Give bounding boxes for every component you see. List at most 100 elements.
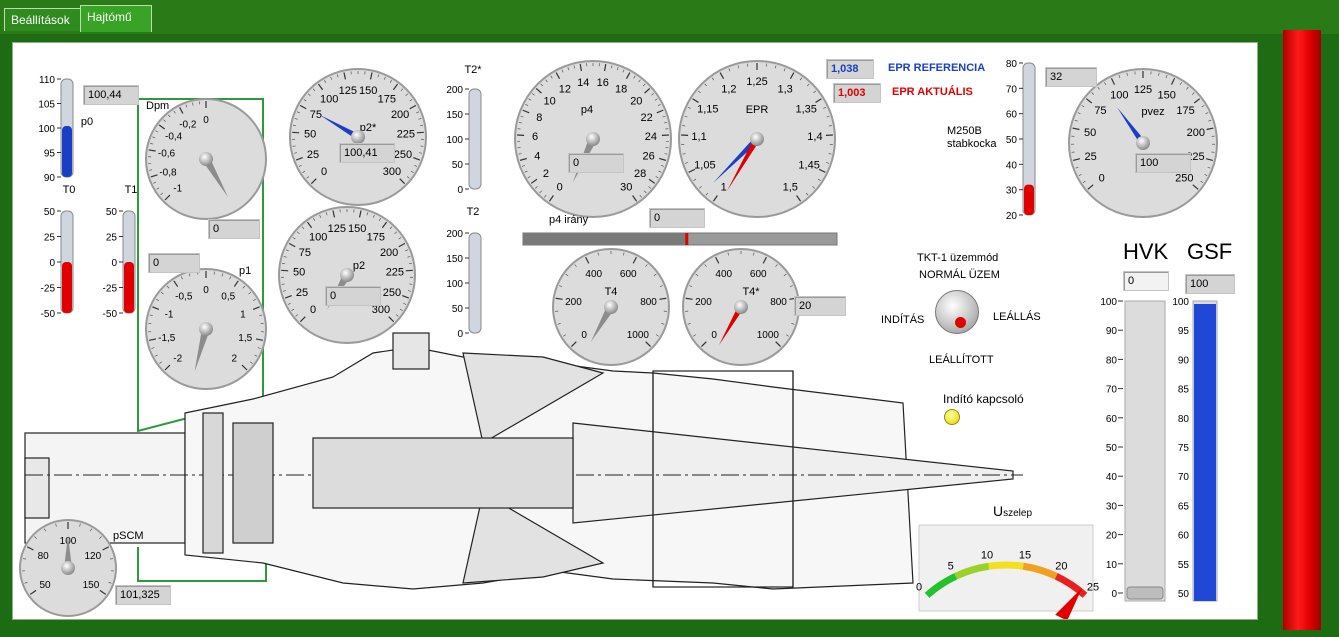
p2star-value-display: 100,41 — [339, 143, 395, 163]
tick-label: 30 — [620, 182, 632, 194]
scale-label: 40 — [1006, 160, 1018, 171]
tick-label: 125 — [328, 223, 346, 235]
tab-bar: Beállítások Hajtómű — [0, 0, 1339, 34]
t2star-bar-tube — [468, 88, 482, 190]
scale-label: 110 — [39, 75, 55, 86]
t0-bar: 50 25 0 -25 -50 T0 — [41, 184, 76, 320]
p4-irany-label: p4 irány — [549, 214, 589, 226]
hvk-scale-label: 60 — [1106, 414, 1118, 425]
epr-gauge-hub — [750, 132, 764, 146]
gsf-scale-label: 75 — [1178, 443, 1190, 454]
p4-irany-slider[interactable] — [522, 232, 838, 246]
tick-label: 12 — [559, 83, 571, 95]
tick-label: 50 — [40, 580, 52, 591]
p0-bar-fill — [62, 126, 72, 177]
t4star-value-display: 20 — [794, 296, 846, 316]
tick-label: 150 — [83, 580, 100, 591]
tick-label: 200 — [1187, 127, 1205, 139]
tick-label: 250 — [383, 287, 401, 299]
tick-label: 400 — [585, 269, 602, 280]
pvez-value-display: 100 — [1135, 153, 1191, 173]
hvk-slider[interactable]: 1009080706050403020100 — [1100, 297, 1166, 602]
scale-label: 80 — [1006, 59, 1018, 70]
t4-gauge: 0 200 400 600 800 1000 T4 — [552, 248, 670, 366]
tick-label: 175 — [1176, 105, 1194, 117]
p2-value-display: 0 — [325, 286, 381, 306]
tick-label: -0,4 — [165, 131, 183, 142]
tick-label: 6 — [532, 131, 538, 143]
gsf-scale-label: 85 — [1178, 385, 1190, 396]
pscm-label: pSCM — [113, 530, 144, 542]
tab-beallitasok[interactable]: Beállítások — [4, 8, 84, 31]
t4star-gauge-label: T4* — [742, 286, 760, 298]
p4-gauge-label: p4 — [581, 104, 593, 116]
tick-label: 1 — [721, 182, 727, 194]
tick-label: 1,3 — [777, 83, 792, 95]
scale-label: 0 — [457, 329, 463, 340]
tick-label: 175 — [378, 94, 396, 106]
tick-label: 2 — [232, 353, 238, 364]
tick-label: 1,45 — [798, 159, 819, 171]
tkt-mode-knob[interactable] — [935, 290, 979, 334]
scale-label: 70 — [1006, 84, 1018, 95]
tick-label: 250 — [1175, 173, 1193, 185]
tick-label: 225 — [386, 267, 404, 279]
starter-switch-led[interactable] — [944, 409, 960, 425]
gsf-scale-label: 100 — [1172, 297, 1189, 308]
tick-label: 1000 — [757, 330, 780, 341]
tab-hajtomu[interactable]: Hajtómű — [80, 5, 152, 32]
scale-label: 0 — [111, 258, 117, 269]
tick-label: -0,2 — [179, 119, 197, 130]
scale-label: 95 — [44, 149, 56, 160]
m250b-value-display: 32 — [1045, 67, 1097, 87]
t4star-gauge: 0 200 400 600 800 1000 T4* — [682, 248, 800, 366]
tick-label: 0 — [203, 115, 209, 126]
scale-label: 50 — [452, 304, 464, 315]
tick-label: 100 — [309, 232, 327, 244]
scale-label: 20 — [1006, 211, 1018, 222]
tick-label: 75 — [1094, 105, 1106, 117]
hvk-scale-label: 10 — [1106, 560, 1118, 571]
p2star-gauge-hub — [351, 130, 365, 144]
pvez-gauge-hub — [1136, 136, 1150, 150]
t1-bar-fill — [124, 262, 134, 313]
gsf-bar: 100 95 90 85 80 75 70 65 60 55 50 — [1172, 297, 1218, 602]
p1-gauge-hub — [199, 322, 213, 336]
hvk-value-input[interactable]: 0 — [1123, 271, 1169, 291]
scale-label: 90 — [44, 173, 56, 184]
tick-label: 1,2 — [721, 83, 736, 95]
scale-label: -50 — [103, 309, 118, 320]
tick-label: 400 — [715, 269, 732, 280]
tick-label: 100 — [320, 94, 338, 106]
epr-act-display: 1,003 — [833, 83, 881, 103]
tkt-leallas-label: LEÁLLÁS — [993, 311, 1041, 323]
tkt-title: TKT-1 üzemmód — [917, 252, 999, 264]
tick-label: 800 — [640, 297, 657, 308]
epr-gauge: 1 1,05 1,1 1,151,2 1,25 1,31,35 1,4 1,451,5 EPR — [678, 60, 836, 218]
tick-label: -0,5 — [175, 292, 193, 303]
scale-label: 100 — [38, 124, 55, 135]
tick-label: 25 — [296, 287, 308, 299]
gsf-scale-label: 70 — [1178, 472, 1190, 483]
scale-label: 60 — [1006, 110, 1018, 121]
tick-label: 1,35 — [795, 103, 816, 115]
scale-label: 50 — [1006, 135, 1018, 146]
tick-label: 20 — [630, 95, 642, 107]
scale-label: 0 — [49, 258, 55, 269]
tkt-normal-label: NORMÁL ÜZEM — [919, 269, 1000, 281]
tick-label: 1,15 — [697, 103, 718, 115]
pscm-gauge: 5080100120150 — [19, 519, 117, 617]
t1-bar: 50 25 0 -25 -50 T1 — [103, 184, 138, 320]
slider-marker — [685, 233, 689, 245]
tick-label: 150 — [359, 85, 377, 97]
t0-bar-fill — [62, 262, 72, 313]
uszelep-tick-label: 10 — [981, 549, 993, 561]
tick-label: 25 — [1084, 151, 1096, 163]
scale-label: 200 — [446, 85, 463, 96]
hvk-thumb[interactable] — [1126, 586, 1164, 600]
scale-label: -25 — [103, 284, 118, 295]
tick-label: 250 — [394, 149, 412, 161]
p1-label: p1 — [239, 265, 252, 277]
tick-label: 200 — [380, 247, 398, 259]
instrument-canvas: -1-0,8-0,6-0,4-0,2 0-2-1,5-1-0,500,511,52… — [19, 59, 1218, 621]
